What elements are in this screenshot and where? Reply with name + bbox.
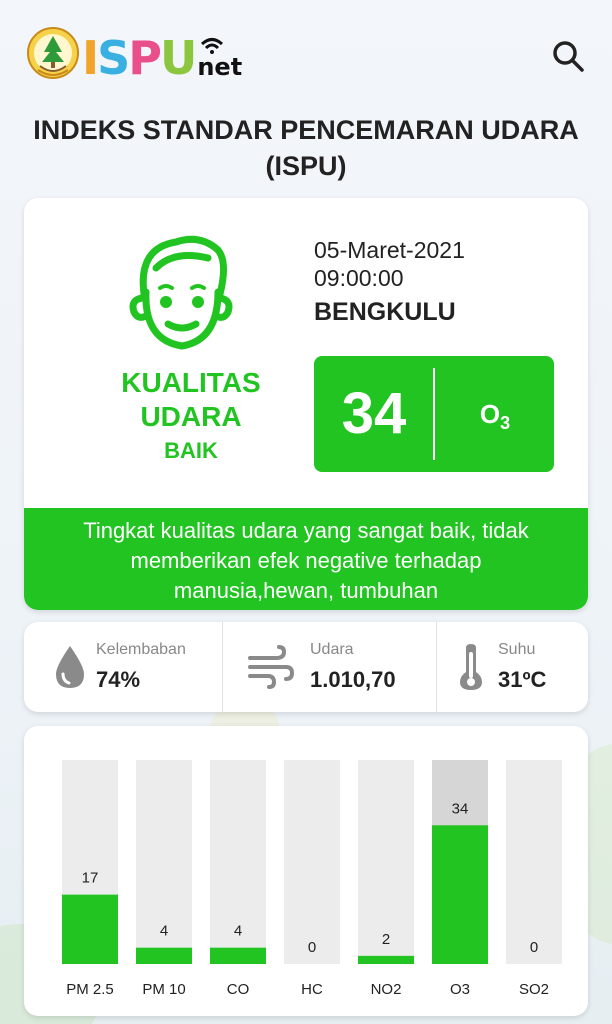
water-drop-icon: [56, 646, 84, 688]
temperature-value: 31ºC: [498, 667, 547, 692]
data-label: 2: [382, 931, 390, 948]
bar: [136, 947, 192, 964]
humidity-value: 74%: [96, 667, 141, 692]
search-icon[interactable]: [550, 38, 586, 74]
klhk-emblem-icon: [27, 27, 79, 79]
quality-label: KUALITAS UDARA BAIK: [84, 366, 298, 468]
bar-group: 0 SO2: [506, 760, 562, 998]
quality-description: Tingkat kualitas udara yang sangat baik,…: [24, 508, 588, 610]
bar: [62, 894, 118, 964]
bar-group: 4 PM 10: [136, 760, 192, 998]
air-pressure-metric: Udara 1.010,70: [222, 622, 436, 712]
bar-track: [284, 760, 340, 964]
bar-group: 17 PM 2.5: [62, 760, 118, 998]
ispu-index-box: 34 O3: [314, 356, 554, 472]
quality-label-line2: UDARA: [140, 401, 242, 432]
logo-letter: P: [128, 31, 162, 85]
bar-group: 2 NO2: [358, 760, 414, 998]
pollutant-bar-chart: 17 PM 2.5 4 PM 10 4 CO 0 HC 2 NO2 34 O3 0 SO2: [62, 760, 562, 998]
dominant-parameter: O3: [436, 356, 554, 472]
logo-wordmark: I S P U net: [82, 26, 242, 82]
humidity-metric: Kelembaban 74%: [24, 622, 222, 712]
dominant-parameter-main: O: [479, 399, 501, 429]
data-label: 4: [160, 923, 168, 940]
bar-group: 4 CO: [210, 760, 266, 998]
category-label: CO: [227, 981, 250, 998]
air-pressure-label: Udara: [310, 641, 354, 658]
page-title: INDEKS STANDAR PENCEMARAN UDARA (ISPU): [33, 115, 579, 181]
quality-category: BAIK: [164, 438, 218, 463]
divider: [433, 368, 435, 460]
logo-letter: U: [159, 31, 197, 85]
category-label: SO2: [519, 981, 549, 998]
bar-group: 0 HC: [284, 760, 340, 998]
data-label: 34: [452, 800, 469, 817]
wind-icon: [248, 645, 294, 689]
category-label: O3: [450, 981, 470, 998]
humidity-label: Kelembaban: [96, 641, 186, 658]
ispu-index-value: 34: [341, 381, 407, 446]
bar-track: [506, 760, 562, 964]
data-label: 17: [82, 870, 99, 887]
wifi-signal-icon: [201, 38, 224, 54]
category-label: NO2: [371, 981, 402, 998]
station-city: BENGKULU: [314, 298, 456, 326]
weather-metrics-card: Kelembaban 74% Udara 1.010,70 Suhu 31ºC: [24, 622, 588, 712]
temperature-metric: Suhu 31ºC: [436, 622, 588, 712]
quality-label-line1: KUALITAS: [121, 367, 261, 398]
dominant-parameter-sub: 3: [500, 413, 511, 434]
bar: [358, 955, 414, 964]
bar: [210, 947, 266, 964]
thermometer-icon: [460, 644, 482, 690]
logo-letter: I: [82, 31, 99, 85]
pollutant-chart-card: 17 PM 2.5 4 PM 10 4 CO 0 HC 2 NO2 34 O3 0 SO2: [24, 726, 588, 1016]
bar-group: 34 O3: [432, 760, 488, 998]
data-label: 4: [234, 923, 242, 940]
logo-letter: S: [97, 31, 130, 85]
logo-net-label: net: [197, 53, 243, 81]
category-label: HC: [301, 981, 323, 998]
measurement-date: 05-Maret-2021: [314, 237, 465, 263]
air-pressure-value: 1.010,70: [310, 667, 396, 692]
happy-face-icon: [129, 235, 233, 350]
category-label: PM 10: [142, 981, 185, 998]
category-label: PM 2.5: [66, 981, 114, 998]
ispunet-logo[interactable]: I S P U net: [26, 26, 242, 82]
bar: [432, 825, 488, 964]
data-label: 0: [530, 939, 538, 956]
logo-net-text: net: [197, 38, 243, 81]
temperature-label: Suhu: [498, 641, 536, 658]
measurement-time: 09:00:00: [314, 265, 404, 291]
air-quality-card: KUALITAS UDARA BAIK 05-Maret-2021 09:00:…: [24, 198, 588, 610]
app-header: I S P U net: [0, 0, 612, 100]
data-label: 0: [308, 939, 316, 956]
